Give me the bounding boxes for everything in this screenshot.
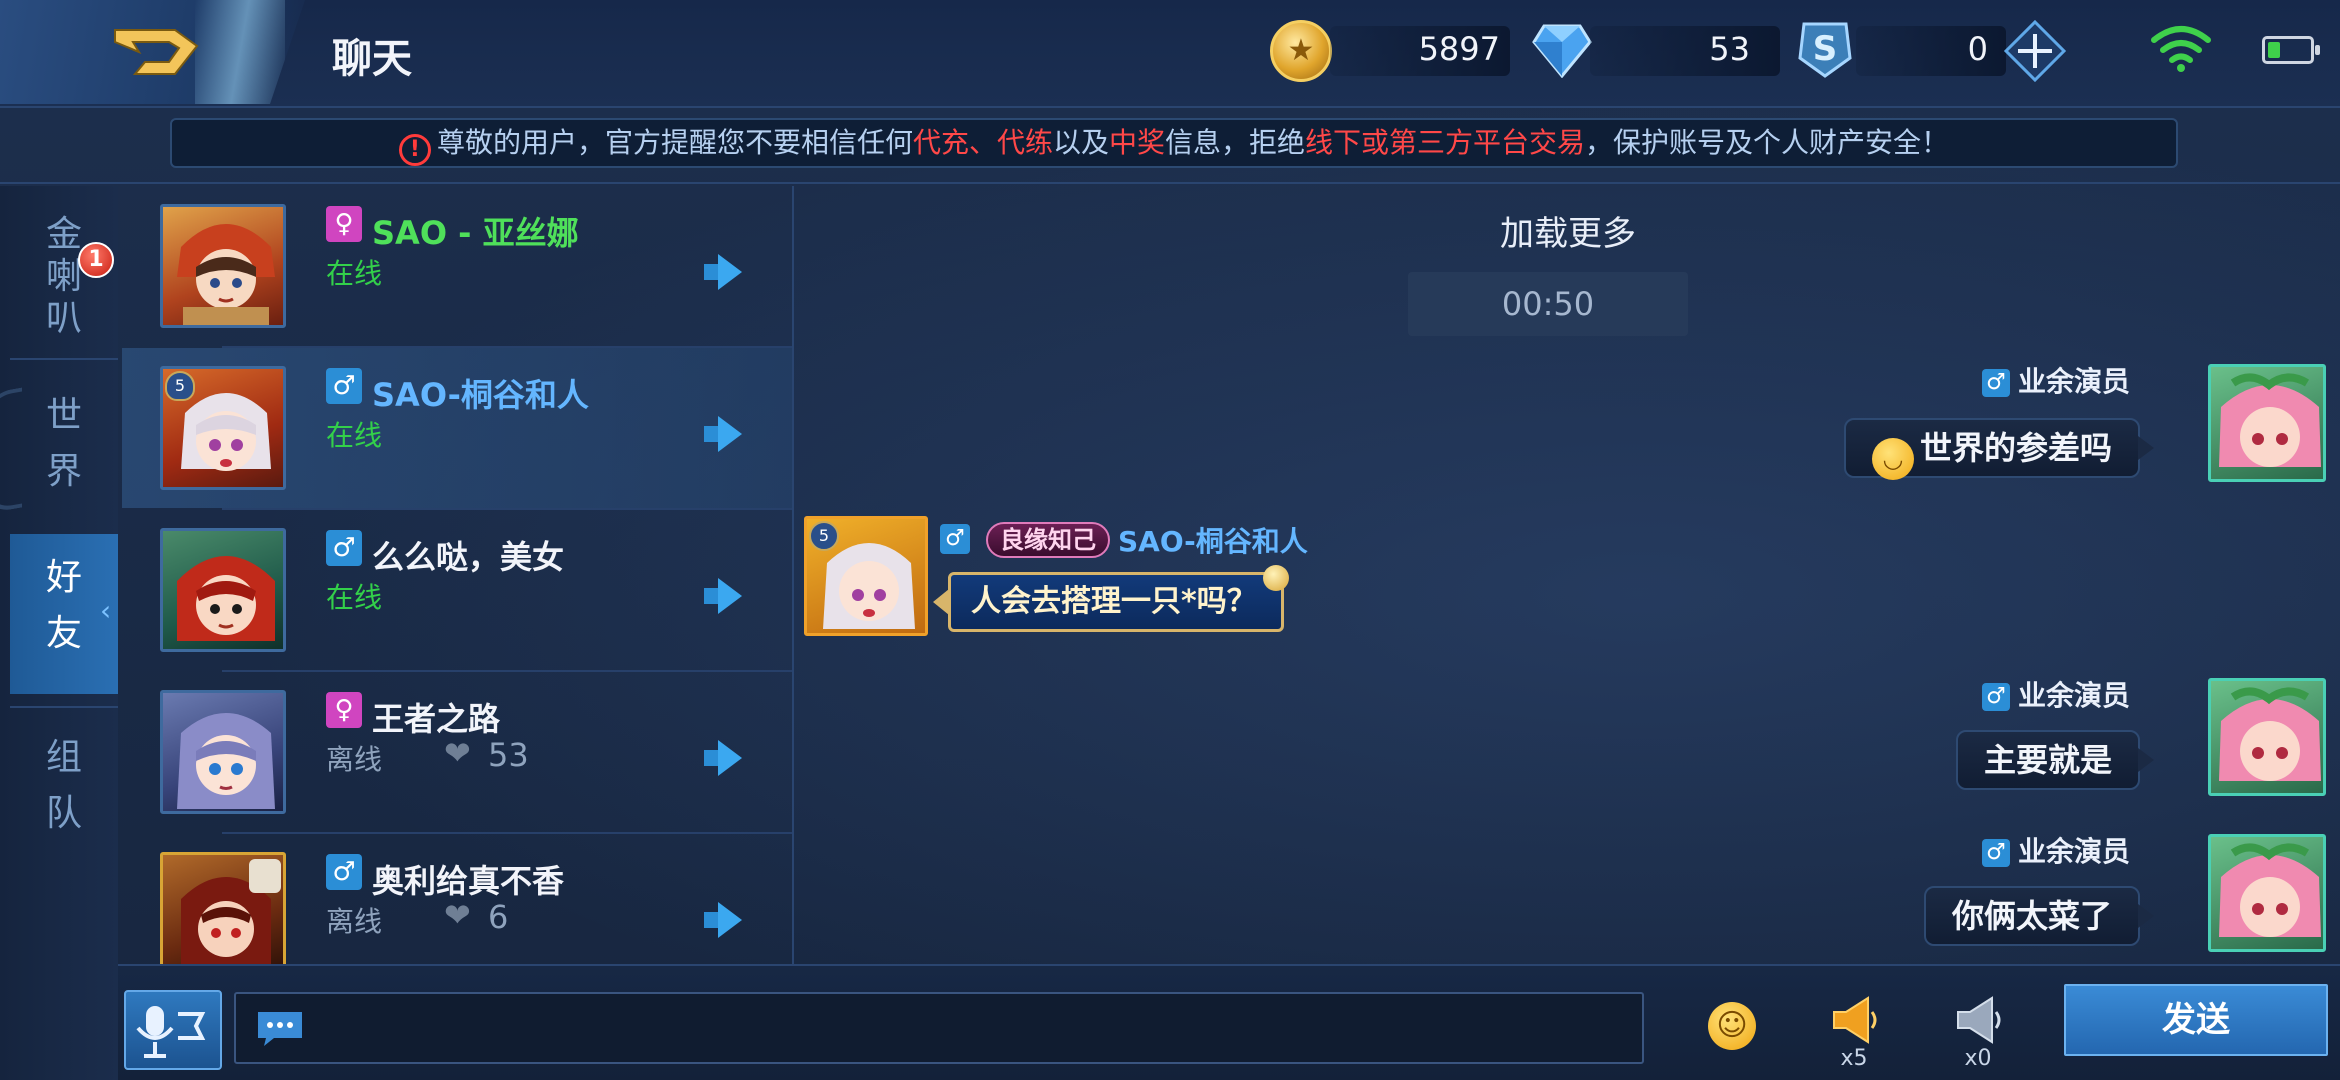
gem-ornament-icon (1262, 565, 1289, 591)
silver-horn-count: x0 (1964, 1046, 1992, 1071)
male-icon: ♂ (326, 854, 362, 890)
sender-avatar[interactable]: 5 (804, 516, 928, 636)
friend-row[interactable]: 5 ♂ SAO-桐谷和人 在线 (122, 348, 792, 508)
female-icon: ♀ (326, 206, 362, 242)
top-bar: 聊天 5897 53 S 0 (0, 0, 2340, 108)
male-icon: ♂ (326, 530, 362, 566)
male-icon: ♂ (1981, 369, 2010, 397)
friend-row[interactable]: ♂ 么么哒，美女 在线 (122, 510, 792, 670)
friend-name: 王者之路 (372, 700, 501, 738)
message-sender: SAO-桐谷和人 (1118, 525, 1308, 558)
gold-value: 5897 (1418, 30, 1500, 68)
time-divider: 00:50 (1408, 272, 1688, 336)
male-icon: ♂ (940, 524, 970, 554)
message-bubble[interactable]: 你俩太菜了 (1923, 886, 2155, 946)
friend-avatar (160, 204, 286, 328)
send-button[interactable]: 发送 (2064, 984, 2328, 1056)
friend-avatar: 5 (160, 366, 286, 490)
friend-row[interactable]: ♀ SAO - 亚丝娜 在线 (122, 186, 792, 346)
chat-messages: 加载更多 00:50 ♂ 业余演员 ◡ 世界的参差吗 5 ♂ 良缘知己 SAO-桐谷… (796, 186, 2340, 964)
message-sender: ♂ 业余演员 (1981, 360, 2130, 400)
friend-row[interactable]: ♀ 王者之路 离线 ❤ 53 (122, 672, 792, 832)
friend-list: ♀ SAO - 亚丝娜 在线 5 ♂ SAO-桐谷和人 在线 ♂ 么么哒，美女 … (122, 186, 792, 964)
male-icon: ♂ (1981, 683, 2010, 711)
arrow-right-icon[interactable] (702, 738, 746, 778)
svg-text:S: S (1813, 29, 1838, 69)
channel-tabs: 金 喇 叭 世 界 好 友 组 队 1 ‹ (0, 186, 118, 1080)
security-notice-banner: ! 尊敬的用户，官方提醒您不要相信任何代充、代练以及中奖信息，拒绝线下或第三方平台… (170, 118, 2178, 168)
intimacy-value: 6 (488, 898, 509, 936)
tab-team[interactable]: 组 队 (10, 718, 118, 878)
smirk-emoji-icon: ◡ (1871, 438, 1914, 480)
message-bubble[interactable]: 人会去搭理一只*吗？ (933, 565, 1289, 632)
back-button[interactable] (0, 0, 305, 104)
heart-icon: ❤ (444, 734, 471, 772)
friend-avatar (160, 852, 286, 964)
gold-currency: 5897 (1330, 22, 1510, 78)
sender-avatar[interactable] (2208, 678, 2326, 796)
recharge-plus-button[interactable] (2004, 20, 2066, 82)
diamond-currency: 53 (1590, 22, 1780, 78)
friend-status: 离线 (326, 905, 383, 938)
friend-row[interactable]: ♂ 奥利给真不香 离线 ❤ 6 (122, 834, 792, 964)
silver-horn-icon[interactable] (1952, 994, 2004, 1046)
message-bubble[interactable]: ◡ 世界的参差吗 (1843, 418, 2155, 480)
friend-status: 离线 (326, 743, 383, 776)
message-sender: ♂ 业余演员 (1981, 674, 2130, 714)
load-more-button[interactable]: 加载更多 (796, 206, 2340, 255)
friend-name: SAO-桐谷和人 (372, 376, 589, 414)
unread-badge: 1 (78, 242, 114, 278)
page-title: 聊天 (332, 36, 412, 82)
emoji-button[interactable]: ☺ (1708, 1002, 1756, 1050)
female-icon: ♀ (326, 692, 362, 728)
wifi-icon (2151, 26, 2211, 72)
gold-coin-icon (1270, 20, 1332, 82)
message-input[interactable] (316, 994, 1636, 1062)
level-badge: 5 (809, 521, 839, 551)
gold-horn-count: x5 (1840, 1046, 1868, 1071)
voucher-badge-icon: S (1798, 22, 1852, 78)
sender-avatar[interactable] (2208, 834, 2326, 952)
diamond-value: 53 (1709, 30, 1750, 68)
microphone-icon (136, 1006, 206, 1058)
level-badge: 5 (165, 371, 195, 401)
friend-status: 在线 (326, 257, 383, 290)
gold-horn-icon[interactable] (1828, 994, 1880, 1046)
friend-status: 在线 (326, 419, 383, 452)
chevron-left-icon: ‹ (100, 594, 112, 627)
back-arrow-icon (114, 29, 199, 75)
male-icon: ♂ (1981, 839, 2010, 867)
tab-world[interactable]: 世 界 (10, 376, 118, 526)
voice-input-button[interactable] (124, 990, 222, 1070)
message-input-box[interactable] (234, 992, 1644, 1064)
chat-input-bar: ☺ x5 x0 发送 (118, 964, 2340, 1080)
voucher-currency: 0 (1856, 22, 2016, 78)
chat-bubble-icon (258, 1012, 302, 1046)
friend-name: 么么哒，美女 (372, 538, 565, 576)
arrow-right-icon[interactable] (702, 252, 746, 292)
diamond-icon (1532, 24, 1592, 78)
heart-icon: ❤ (444, 896, 471, 934)
relationship-title-badge: 良缘知己 (986, 522, 1110, 558)
sender-avatar[interactable] (2208, 364, 2326, 482)
intimacy-value: 53 (488, 736, 529, 774)
message-bubble[interactable]: 主要就是 (1955, 730, 2155, 790)
friend-status: 在线 (326, 581, 383, 614)
male-icon: ♂ (326, 368, 362, 404)
battery-icon (2262, 36, 2320, 64)
arrow-right-icon[interactable] (702, 900, 746, 940)
friend-name: SAO - 亚丝娜 (372, 214, 579, 252)
message-sender: ♂ 业余演员 (1981, 830, 2130, 870)
arrow-right-icon[interactable] (702, 414, 746, 454)
warning-icon: ! (398, 134, 431, 166)
voucher-value: 0 (1967, 30, 1988, 68)
friend-avatar (160, 690, 286, 814)
friend-avatar (160, 528, 286, 652)
arrow-right-icon[interactable] (702, 576, 746, 616)
